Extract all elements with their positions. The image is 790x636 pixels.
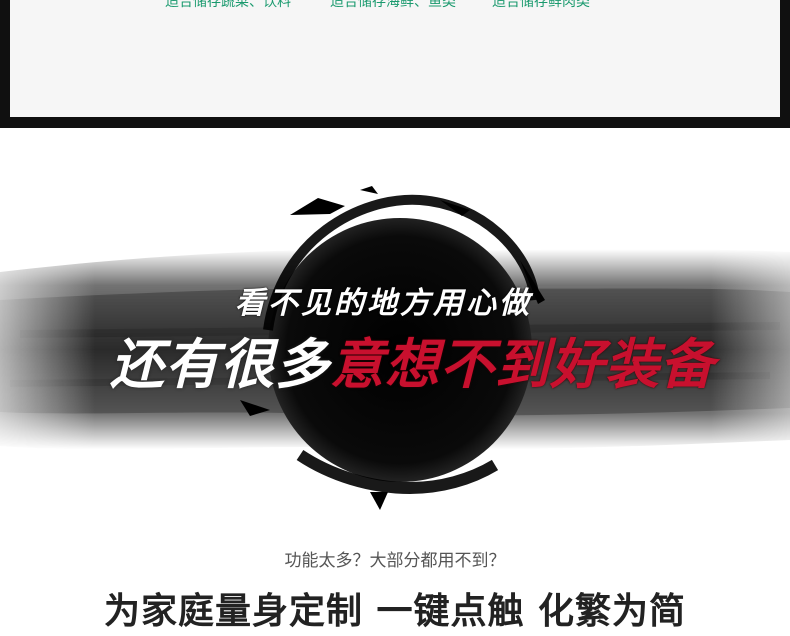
banner-line-2: 还有很多意想不到好装备 — [110, 320, 715, 399]
storage-label-seafood: 适合储存海鲜、鱼类 — [330, 0, 456, 10]
sub-question: 功能太多？大部分都用不到？ — [284, 551, 506, 570]
banner-line-2-plain: 还有很多 — [110, 332, 330, 396]
storage-label-meat: 适合储存鲜肉类 — [492, 0, 590, 10]
banner-line-1: 看不见的地方用心做 — [235, 286, 532, 321]
banner-line-2-highlight: 意想不到好装备 — [330, 332, 715, 396]
storage-labels: 适合储存蔬菜、饮料 适合储存海鲜、鱼类 适合储存鲜肉类 — [10, 0, 780, 13]
top-panel: 适合储存蔬菜、饮料 适合储存海鲜、鱼类 适合储存鲜肉类 — [10, 0, 780, 117]
main-slogan: 为家庭量身定制 一键点触 化繁为简 — [103, 591, 687, 632]
storage-label-vegetables: 适合储存蔬菜、饮料 — [165, 0, 291, 10]
top-frame: 适合储存蔬菜、饮料 适合储存海鲜、鱼类 适合储存鲜肉类 — [0, 0, 790, 128]
